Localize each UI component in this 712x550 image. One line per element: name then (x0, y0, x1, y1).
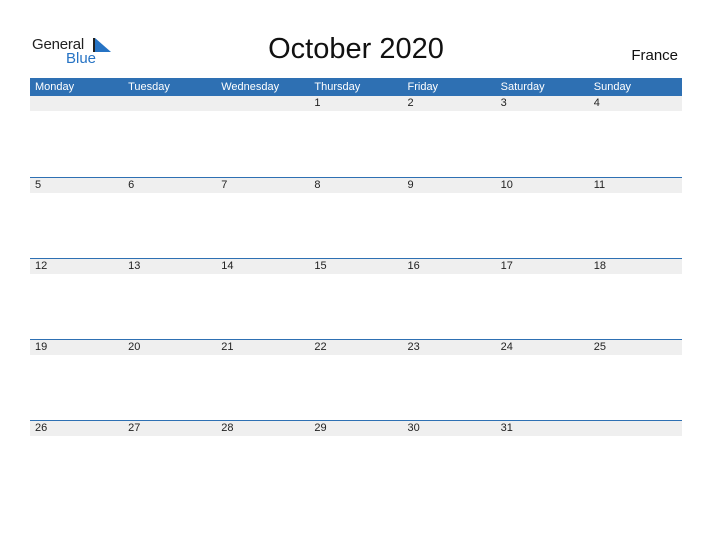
weekday-thursday: Thursday (314, 81, 361, 93)
day-cell: 3 (500, 97, 507, 109)
day-cell: 7 (221, 179, 228, 191)
day-cell: 26 (35, 422, 48, 434)
day-cell: 19 (35, 341, 48, 353)
weekday-tuesday: Tuesday (128, 81, 170, 93)
day-cell: 16 (407, 260, 420, 272)
day-cell: 25 (593, 341, 606, 353)
weekday-friday: Friday (407, 81, 439, 93)
week-row: 1 2 3 4 (30, 96, 682, 177)
day-cell: 31 (500, 422, 513, 434)
day-cell: 13 (128, 260, 141, 272)
country-label: France (631, 47, 678, 64)
weekday-monday: Monday (35, 81, 75, 93)
day-cell: 28 (221, 422, 234, 434)
week-row: 12 13 14 15 16 17 18 (30, 258, 682, 339)
day-cell: 18 (593, 260, 606, 272)
weekday-wednesday: Wednesday (221, 81, 280, 93)
day-cell: 2 (407, 97, 414, 109)
day-cell: 22 (314, 341, 327, 353)
day-cell: 14 (221, 260, 234, 272)
day-cell: 6 (128, 179, 135, 191)
day-cell: 15 (314, 260, 327, 272)
day-cell: 23 (407, 341, 420, 353)
day-cell: 9 (407, 179, 414, 191)
day-cell: 29 (314, 422, 327, 434)
weekday-header: Monday Tuesday Wednesday Thursday Friday… (30, 78, 682, 96)
calendar-grid: Monday Tuesday Wednesday Thursday Friday… (30, 78, 682, 501)
day-cell: 10 (500, 179, 513, 191)
day-cell (30, 96, 123, 111)
day-cell: 21 (221, 341, 234, 353)
day-cell (123, 96, 216, 111)
weekday-sunday: Sunday (593, 81, 632, 93)
day-cell: 27 (128, 422, 141, 434)
calendar-title: October 2020 (268, 33, 444, 65)
day-cell: 8 (314, 179, 321, 191)
day-cell: 20 (128, 341, 141, 353)
day-cell: 11 (593, 179, 606, 191)
day-cell: 12 (35, 260, 48, 272)
day-cell: 5 (35, 179, 42, 191)
day-cell (216, 96, 309, 111)
week-row: 5 6 7 8 9 10 11 (30, 177, 682, 258)
day-cell: 17 (500, 260, 513, 272)
weekday-saturday: Saturday (500, 81, 545, 93)
day-cell: 1 (314, 97, 321, 109)
day-cell: 4 (593, 97, 600, 109)
day-cell: 24 (500, 341, 513, 353)
week-row: 26 27 28 29 30 31 (30, 420, 682, 501)
week-row: 19 20 21 22 23 24 25 (30, 339, 682, 420)
day-cell: 30 (407, 422, 420, 434)
day-cell (589, 421, 682, 436)
